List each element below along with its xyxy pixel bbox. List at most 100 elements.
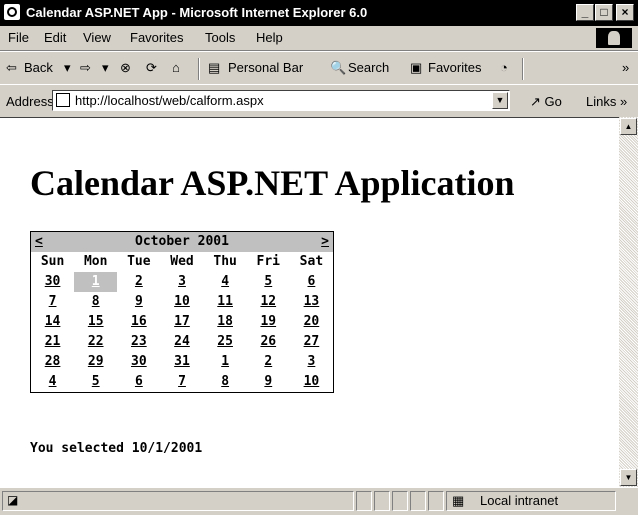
calendar-day[interactable]: 3 [290, 352, 333, 372]
calendar-day-selected[interactable]: 1 [74, 272, 118, 292]
minimize-button[interactable]: _ [576, 4, 594, 21]
calendar-day[interactable]: 21 [31, 332, 74, 352]
calendar-day[interactable]: 10 [160, 292, 203, 312]
personal-bar-button[interactable]: Personal Bar [228, 60, 303, 75]
search-button[interactable]: Search [348, 60, 389, 75]
calendar-day[interactable]: 4 [204, 272, 247, 292]
status-pane [392, 491, 408, 511]
calendar-day[interactable]: 8 [74, 292, 117, 312]
calendar-day[interactable]: 24 [160, 332, 203, 352]
calendar-day[interactable]: 29 [74, 352, 117, 372]
calendar-day[interactable]: 16 [117, 312, 160, 332]
stop-icon[interactable]: ⊗ [120, 60, 131, 76]
next-month-link[interactable]: > [321, 234, 329, 249]
calendar-day[interactable]: 22 [74, 332, 117, 352]
favorites-icon[interactable]: ▣ [410, 60, 422, 76]
calendar-day[interactable]: 30 [117, 352, 160, 372]
calendar-day[interactable]: 31 [160, 352, 203, 372]
refresh-icon[interactable]: ⟳ [146, 60, 157, 76]
day-header: Mon [83, 254, 108, 269]
menu-file[interactable]: File [8, 30, 29, 45]
calendar-day[interactable]: 26 [247, 332, 290, 352]
personal-bar-icon[interactable]: ▤ [208, 60, 220, 76]
calendar-day[interactable]: 4 [31, 372, 74, 392]
forward-arrow-icon[interactable]: ⇨ [80, 60, 91, 76]
calendar-title-bar: < October 2001 > [31, 232, 333, 252]
calendar-day[interactable]: 28 [31, 352, 74, 372]
calendar-day[interactable]: 14 [31, 312, 74, 332]
search-icon[interactable]: 🔍 [330, 60, 346, 76]
address-input[interactable]: http://localhost/web/calform.aspx ▼ [52, 90, 510, 111]
calendar-day[interactable]: 2 [247, 352, 290, 372]
calendar-day[interactable]: 17 [160, 312, 203, 332]
status-pane [356, 491, 372, 511]
vertical-scrollbar[interactable]: ▲ ▼ [619, 117, 638, 487]
back-arrow-icon[interactable]: ⇦ [6, 60, 17, 76]
calendar-day[interactable]: 20 [290, 312, 333, 332]
calendar-day[interactable]: 10 [290, 372, 333, 392]
calendar-day[interactable]: 3 [160, 272, 203, 292]
calendar-day[interactable]: 5 [247, 272, 290, 292]
selection-message: You selected 10/1/2001 [30, 441, 203, 456]
calendar-day[interactable]: 19 [247, 312, 290, 332]
calendar-day[interactable]: 18 [204, 312, 247, 332]
day-header: Sun [40, 254, 65, 269]
status-text-pane: ◪ [2, 491, 354, 511]
history-icon[interactable]: ◔ [500, 60, 508, 75]
calendar-day[interactable]: 5 [74, 372, 117, 392]
page-content: Calendar ASP.NET Application < October 2… [0, 117, 619, 488]
menu-bar: File Edit View Favorites Tools Help [0, 26, 638, 51]
ie-icon [4, 4, 20, 20]
calendar-day[interactable]: 23 [117, 332, 160, 352]
close-button[interactable]: × [616, 4, 634, 21]
links-button[interactable]: Links » [586, 94, 627, 109]
back-button[interactable]: Back [24, 60, 53, 75]
favorites-button[interactable]: Favorites [428, 60, 481, 75]
menu-view[interactable]: View [83, 30, 111, 45]
chevron-down-icon[interactable]: ▼ [492, 92, 508, 109]
calendar-day[interactable]: 1 [204, 352, 247, 372]
status-pane [374, 491, 390, 511]
calendar: < October 2001 > Sun Mon Tue Wed Thu Fri Sat 30… [30, 231, 334, 393]
calendar-day[interactable]: 15 [74, 312, 117, 332]
menu-edit[interactable]: Edit [44, 30, 66, 45]
calendar-month: October 2001 [135, 234, 229, 249]
scroll-down-icon[interactable]: ▼ [620, 469, 637, 486]
page-title: Calendar ASP.NET Application [30, 163, 515, 203]
calendar-day[interactable]: 30 [31, 272, 74, 292]
calendar-day[interactable]: 8 [204, 372, 247, 392]
calendar-day[interactable]: 6 [117, 372, 160, 392]
calendar-day[interactable]: 12 [247, 292, 290, 312]
title-bar[interactable]: Calendar ASP.NET App - Microsoft Interne… [0, 0, 638, 26]
calendar-day[interactable]: 6 [290, 272, 333, 292]
maximize-button[interactable]: □ [595, 4, 613, 21]
address-url[interactable]: http://localhost/web/calform.aspx [75, 93, 264, 108]
day-header: Tue [127, 254, 151, 269]
scroll-up-icon[interactable]: ▲ [620, 118, 637, 135]
calendar-day[interactable]: 7 [160, 372, 203, 392]
toolbar-overflow-icon[interactable]: » [622, 60, 629, 75]
go-button[interactable]: ↗ Go [530, 94, 562, 110]
go-arrow-icon: ↗ [530, 94, 545, 109]
day-header: Fri [256, 254, 281, 269]
chevron-down-icon[interactable]: ▾ [64, 60, 71, 76]
calendar-grid: Sun Mon Tue Wed Thu Fri Sat 30 1 2 3 4 5 6 7 8 9 10 11 12 13… [31, 252, 333, 392]
menu-tools[interactable]: Tools [205, 30, 235, 45]
home-icon[interactable]: ⌂ [172, 60, 180, 75]
calendar-day[interactable]: 2 [117, 272, 160, 292]
chevron-down-icon[interactable]: ▾ [102, 60, 109, 76]
calendar-day[interactable]: 7 [31, 292, 74, 312]
status-bar: ◪ ▦ Local intranet [0, 487, 638, 515]
calendar-day[interactable]: 27 [290, 332, 333, 352]
menu-help[interactable]: Help [256, 30, 283, 45]
calendar-day[interactable]: 11 [204, 292, 247, 312]
calendar-day[interactable]: 13 [290, 292, 333, 312]
address-bar: Address http://localhost/web/calform.asp… [0, 84, 638, 118]
calendar-day[interactable]: 9 [117, 292, 160, 312]
calendar-day[interactable]: 9 [247, 372, 290, 392]
menu-favorites[interactable]: Favorites [130, 30, 183, 45]
windows-logo-icon [596, 28, 632, 48]
calendar-day[interactable]: 25 [204, 332, 247, 352]
day-header: Thu [213, 254, 237, 269]
address-label: Address [6, 94, 54, 109]
